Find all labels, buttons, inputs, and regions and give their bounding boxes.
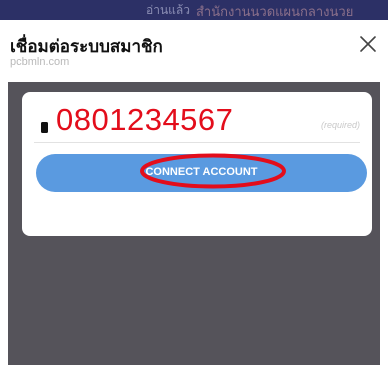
background-strip: อ่านแล้ว สำนักงานนวดแผนกลางนวย bbox=[0, 0, 388, 20]
connect-account-label: CONNECT ACCOUNT bbox=[145, 166, 258, 178]
connect-card: 0801234567 (required) CONNECT ACCOUNT bbox=[22, 92, 372, 236]
phone-icon bbox=[41, 122, 48, 133]
dialog-header: เชื่อมต่อระบบสมาชิก pcbmln.com bbox=[0, 20, 388, 82]
phone-input[interactable]: 0801234567 bbox=[56, 102, 233, 138]
background-text-read: อ่านแล้ว bbox=[146, 3, 190, 17]
connect-account-button[interactable]: CONNECT ACCOUNT bbox=[36, 154, 367, 192]
input-underline bbox=[34, 142, 360, 143]
required-label: (required) bbox=[320, 120, 360, 130]
dialog-subtitle: pcbmln.com bbox=[10, 56, 70, 68]
background-text-banner: สำนักงานนวดแผนกลางนวย bbox=[196, 4, 354, 19]
close-icon[interactable] bbox=[358, 34, 378, 54]
